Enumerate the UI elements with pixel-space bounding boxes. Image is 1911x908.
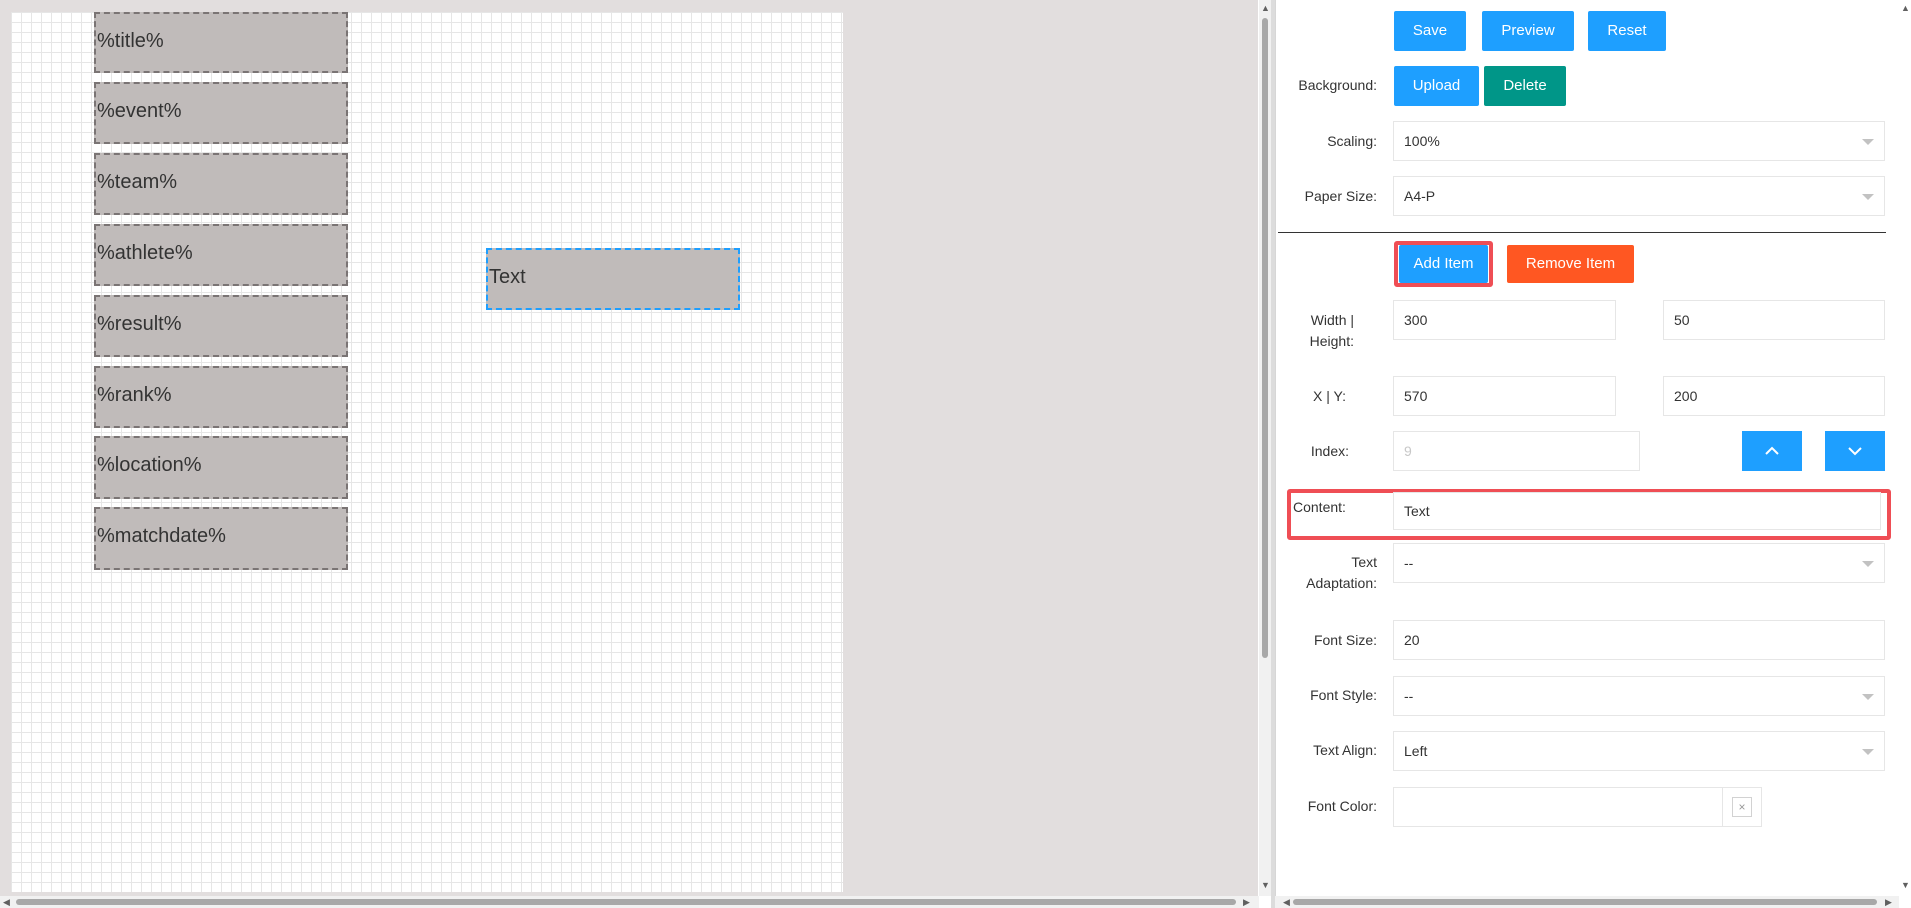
canvas-item-result[interactable]: %result%: [94, 295, 348, 357]
text-align-value: Left: [1404, 743, 1428, 759]
canvas-item-matchdate[interactable]: %matchdate%: [94, 507, 348, 570]
index-label: Index:: [1310, 443, 1349, 459]
font-size-input[interactable]: 20: [1393, 620, 1885, 660]
paper-size-value: A4-P: [1404, 188, 1436, 204]
scaling-label: Scaling:: [1327, 133, 1377, 149]
chevron-up-icon: [1765, 446, 1779, 455]
font-style-label: Font Style:: [1310, 687, 1377, 703]
canvas-item-selected-text[interactable]: Text: [486, 248, 740, 310]
canvas-item-athlete[interactable]: %athlete%: [94, 224, 348, 286]
paper-size-select[interactable]: A4-P: [1393, 176, 1885, 216]
size-label: Width | Height:: [1276, 310, 1354, 352]
size-label-line1: Width |: [1310, 312, 1354, 328]
canvas-item-location[interactable]: %location%: [94, 436, 348, 499]
add-item-button[interactable]: Add Item: [1399, 245, 1488, 283]
canvas-item-event[interactable]: %event%: [94, 82, 348, 144]
scroll-right-arrow-icon[interactable]: ▶: [1243, 897, 1250, 907]
scrollbar-thumb[interactable]: [16, 899, 1236, 905]
size-label-line2: Height:: [1309, 333, 1354, 349]
scroll-left-arrow-icon[interactable]: ◀: [1283, 897, 1290, 907]
scroll-left-arrow-icon[interactable]: ◀: [3, 897, 10, 907]
paper-size-label: Paper Size:: [1304, 188, 1377, 204]
canvas-item-title[interactable]: %title%: [94, 12, 348, 73]
scroll-down-arrow-icon[interactable]: ▼: [1901, 880, 1910, 890]
clear-color-icon[interactable]: ×: [1732, 797, 1752, 817]
chevron-down-icon: [1862, 694, 1874, 700]
text-align-select[interactable]: Left: [1393, 731, 1885, 771]
preview-button[interactable]: Preview: [1482, 11, 1574, 51]
width-input[interactable]: 300: [1393, 300, 1616, 340]
background-label: Background:: [1298, 77, 1377, 93]
paper-canvas[interactable]: %title% %event% %team% %athlete% %result…: [11, 12, 843, 892]
scroll-up-arrow-icon[interactable]: ▲: [1901, 3, 1910, 13]
font-style-value: --: [1404, 688, 1414, 704]
scroll-right-arrow-icon[interactable]: ▶: [1885, 897, 1892, 907]
save-button[interactable]: Save: [1394, 11, 1466, 51]
canvas-horizontal-scrollbar[interactable]: ◀ ▶: [0, 896, 1259, 908]
text-adaptation-value: --: [1404, 555, 1414, 571]
scaling-value: 100%: [1404, 133, 1440, 149]
text-adaptation-label: Text Adaptation:: [1276, 552, 1377, 594]
delete-background-button[interactable]: Delete: [1484, 66, 1566, 106]
scroll-down-arrow-icon[interactable]: ▼: [1261, 880, 1270, 890]
color-picker-button[interactable]: ×: [1722, 787, 1762, 827]
canvas-vertical-scrollbar[interactable]: ▲ ▼: [1259, 0, 1271, 896]
canvas-item-rank[interactable]: %rank%: [94, 366, 348, 428]
font-color-input[interactable]: [1393, 787, 1723, 827]
text-adaptation-label-line2: Adaptation:: [1306, 575, 1377, 591]
scroll-up-arrow-icon[interactable]: ▲: [1261, 3, 1270, 13]
move-down-button[interactable]: [1825, 431, 1885, 471]
index-input[interactable]: 9: [1393, 431, 1640, 471]
reset-button[interactable]: Reset: [1588, 11, 1666, 51]
canvas-item-team[interactable]: %team%: [94, 153, 348, 215]
text-adaptation-select[interactable]: --: [1393, 543, 1885, 583]
font-style-select[interactable]: --: [1393, 676, 1885, 716]
content-label: Content:: [1293, 499, 1346, 515]
chevron-down-icon: [1848, 447, 1862, 456]
font-size-label: Font Size:: [1313, 632, 1377, 648]
canvas-pane: %title% %event% %team% %athlete% %result…: [0, 0, 1258, 908]
height-input[interactable]: 50: [1663, 300, 1885, 340]
text-align-label: Text Align:: [1313, 742, 1377, 758]
position-label: X | Y:: [1313, 388, 1346, 404]
content-input[interactable]: Text: [1393, 492, 1881, 530]
chevron-down-icon: [1862, 139, 1874, 145]
settings-horizontal-scrollbar[interactable]: ◀ ▶: [1275, 896, 1899, 908]
font-color-label: Font Color:: [1307, 798, 1377, 814]
scaling-select[interactable]: 100%: [1393, 121, 1885, 161]
text-adaptation-label-line1: Text: [1351, 554, 1377, 570]
chevron-down-icon: [1862, 749, 1874, 755]
x-input[interactable]: 570: [1393, 376, 1616, 416]
scrollbar-thumb[interactable]: [1293, 899, 1877, 905]
settings-panel: Save Preview Reset Background: Upload De…: [1275, 0, 1911, 908]
move-up-button[interactable]: [1742, 431, 1802, 471]
scrollbar-thumb[interactable]: [1262, 18, 1268, 658]
remove-item-button[interactable]: Remove Item: [1507, 245, 1634, 283]
upload-button[interactable]: Upload: [1394, 66, 1479, 106]
chevron-down-icon: [1862, 194, 1874, 200]
section-divider: [1278, 232, 1886, 233]
chevron-down-icon: [1862, 561, 1874, 567]
y-input[interactable]: 200: [1663, 376, 1885, 416]
settings-vertical-scrollbar[interactable]: ▲ ▼: [1899, 0, 1911, 896]
